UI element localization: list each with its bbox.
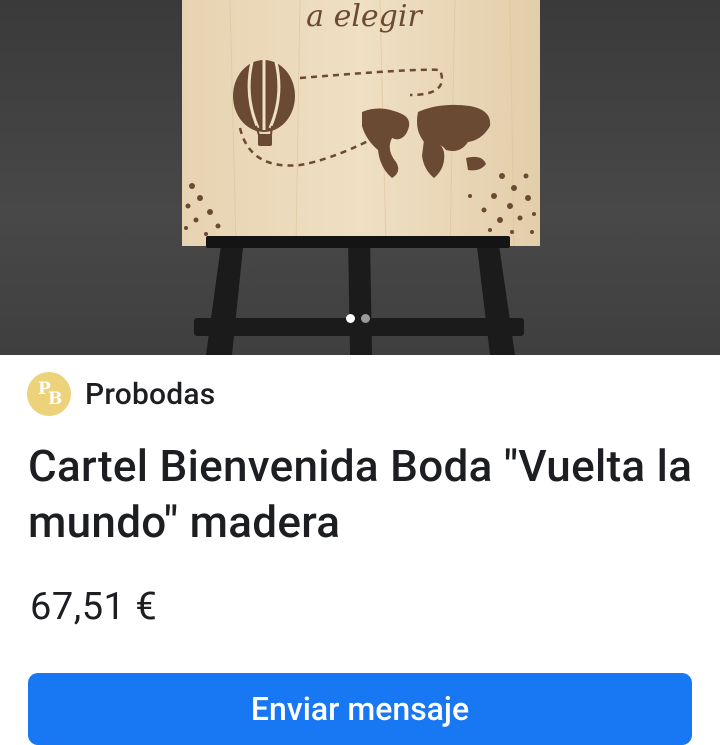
seller-name[interactable]: Probodas — [85, 377, 215, 412]
easel — [194, 238, 524, 355]
sign-text: a elegir — [306, 0, 423, 34]
carousel-dot-1[interactable] — [346, 314, 355, 323]
seller-logo-b: B — [48, 389, 63, 409]
seller-logo[interactable]: P B — [27, 372, 71, 416]
wooden-sign: a elegir — [182, 0, 540, 247]
carousel-dot-2[interactable] — [361, 314, 370, 323]
product-image[interactable]: a elegir — [0, 0, 720, 355]
carousel-indicator[interactable] — [346, 314, 370, 323]
seller-info[interactable]: P B Probodas — [27, 372, 215, 416]
send-message-button[interactable]: Enviar mensaje — [28, 673, 692, 745]
product-photo: a elegir — [182, 0, 540, 355]
listing-price: 67,51 € — [30, 585, 158, 629]
listing-title: Cartel Bienvenida Boda "Vuelta la mundo"… — [28, 440, 693, 548]
